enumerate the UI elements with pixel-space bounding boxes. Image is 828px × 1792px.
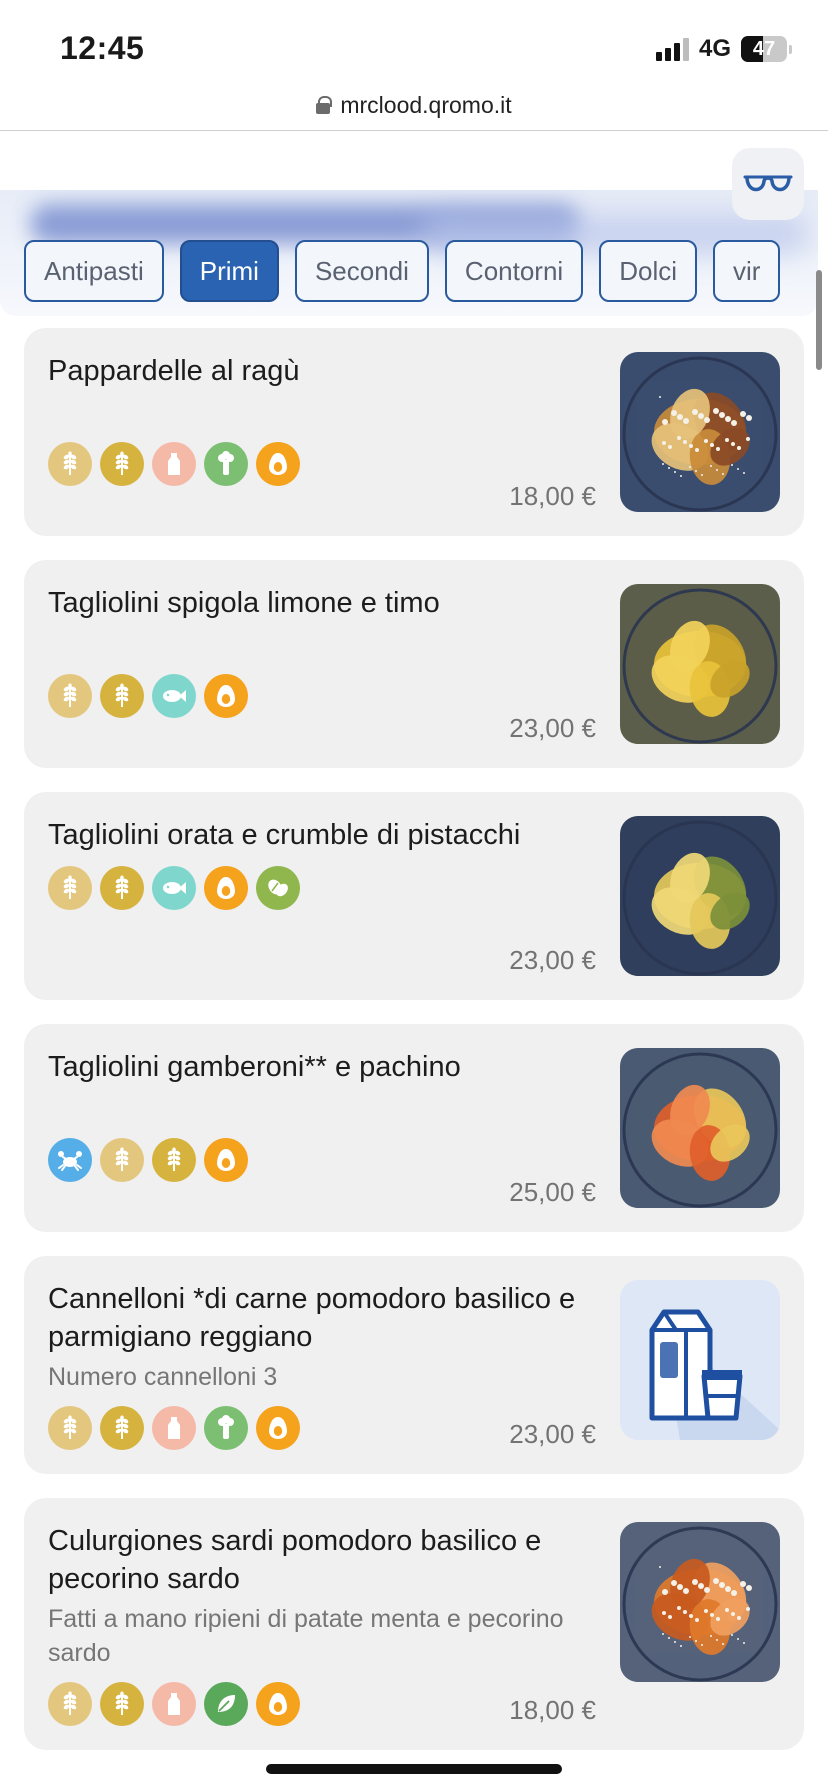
nuts-icon[interactable]	[256, 866, 300, 910]
status-bar: 12:45 4G 47	[0, 0, 828, 92]
gluten-light-icon[interactable]	[48, 442, 92, 486]
signal-icon	[655, 37, 689, 61]
category-bar: Antipasti Primi Secondi Contorni Dolci vir	[0, 190, 818, 316]
url-bar[interactable]: mrclood.qromo.it	[0, 80, 828, 130]
dish-card[interactable]: Tagliolini orata e crumble di pistacchi 2…	[24, 792, 804, 1000]
allergen-icons	[48, 442, 604, 486]
egg-icon[interactable]	[256, 1682, 300, 1726]
gluten-dark-icon[interactable]	[100, 1682, 144, 1726]
dish-price: 23,00 €	[509, 945, 596, 975]
tagliolini-orata-photo[interactable]	[620, 816, 780, 976]
crustaceans-icon[interactable]	[48, 1138, 92, 1182]
dish-name: Culurgiones sardi pomodoro basilico e pe…	[48, 1525, 542, 1595]
url-text: mrclood.qromo.it	[340, 91, 512, 118]
battery-level: 47	[752, 37, 776, 60]
tab-contorni[interactable]: Contorni	[444, 240, 584, 302]
divider	[0, 130, 828, 131]
gluten-dark-icon[interactable]	[100, 674, 144, 718]
network-type: 4G	[698, 35, 731, 62]
celery-icon[interactable]	[204, 1406, 248, 1450]
milk-icon[interactable]	[152, 1406, 196, 1450]
dish-name: Cannelloni *di carne pomodoro basilico e…	[48, 1283, 576, 1353]
egg-icon[interactable]	[204, 866, 248, 910]
home-indicator[interactable]	[266, 1764, 562, 1774]
dish-card[interactable]: Culurgiones sardi pomodoro basilico e pe…	[24, 1498, 804, 1750]
gluten-dark-icon[interactable]	[152, 1138, 196, 1182]
celery-icon[interactable]	[204, 442, 248, 486]
allergen-icons	[48, 1138, 604, 1182]
dish-card[interactable]: Cannelloni *di carne pomodoro basilico e…	[24, 1256, 804, 1474]
gluten-light-icon[interactable]	[48, 866, 92, 910]
dish-name: Tagliolini spigola limone e timo	[48, 587, 440, 619]
egg-icon[interactable]	[204, 674, 248, 718]
status-time: 12:45	[60, 30, 145, 66]
category-tabs: Antipasti Primi Secondi Contorni Dolci vir	[24, 240, 818, 302]
gluten-dark-icon[interactable]	[100, 866, 144, 910]
fish-icon[interactable]	[152, 674, 196, 718]
gluten-light-icon[interactable]	[48, 1406, 92, 1450]
dish-card[interactable]: Pappardelle al ragù 18,00 €	[24, 328, 804, 536]
gluten-dark-icon[interactable]	[100, 442, 144, 486]
fish-icon[interactable]	[152, 866, 196, 910]
battery-icon: 47	[741, 36, 792, 62]
accessibility-button[interactable]	[732, 148, 804, 220]
tab-dolci[interactable]: Dolci	[599, 240, 697, 302]
pappardelle-photo[interactable]	[620, 352, 780, 512]
tab-primi[interactable]: Primi	[179, 240, 279, 302]
dish-price: 25,00 €	[509, 1177, 596, 1207]
dish-name: Tagliolini gamberoni** e pachino	[48, 1051, 461, 1083]
culurgiones-photo[interactable]	[620, 1522, 780, 1682]
gluten-light-icon[interactable]	[48, 674, 92, 718]
dish-price: 23,00 €	[509, 713, 596, 743]
scrollbar-thumb[interactable]	[816, 270, 822, 370]
tab-antipasti[interactable]: Antipasti	[24, 240, 164, 302]
allergen-icons	[48, 674, 604, 718]
tagliolini-gamberoni-photo[interactable]	[620, 1048, 780, 1208]
allergen-icons	[48, 866, 604, 910]
dish-card[interactable]: Tagliolini spigola limone e timo 23,00 €	[24, 560, 804, 768]
tab-secondi[interactable]: Secondi	[294, 240, 429, 302]
milk-icon[interactable]	[152, 1682, 196, 1726]
dish-list: Pappardelle al ragù 18,00 € Tagliolini sp…	[24, 328, 804, 1774]
tab-vir[interactable]: vir	[713, 240, 781, 302]
dish-card[interactable]: Tagliolini gamberoni** e pachino 25,00 €	[24, 1024, 804, 1232]
status-indicators: 4G 47	[655, 34, 792, 64]
vegetarian-icon[interactable]	[204, 1682, 248, 1726]
dish-name: Pappardelle al ragù	[48, 355, 300, 387]
egg-icon[interactable]	[256, 442, 300, 486]
milk-icon[interactable]	[152, 442, 196, 486]
egg-icon[interactable]	[204, 1138, 248, 1182]
glasses-icon	[743, 175, 793, 192]
egg-icon[interactable]	[256, 1406, 300, 1450]
dish-name: Tagliolini orata e crumble di pistacchi	[48, 819, 521, 851]
gluten-dark-icon[interactable]	[100, 1406, 144, 1450]
dish-price: 18,00 €	[509, 1695, 596, 1725]
lock-icon	[316, 96, 333, 114]
gluten-light-icon[interactable]	[48, 1682, 92, 1726]
gluten-light-icon[interactable]	[100, 1138, 144, 1182]
dish-description: Fatti a mano ripieni di patate menta e p…	[48, 1605, 564, 1667]
frozen-product-icon[interactable]	[620, 1280, 780, 1440]
dish-price: 23,00 €	[509, 1419, 596, 1449]
dish-description: Numero cannelloni 3	[48, 1363, 278, 1391]
tagliolini-spigola-photo[interactable]	[620, 584, 780, 744]
dish-price: 18,00 €	[509, 481, 596, 511]
